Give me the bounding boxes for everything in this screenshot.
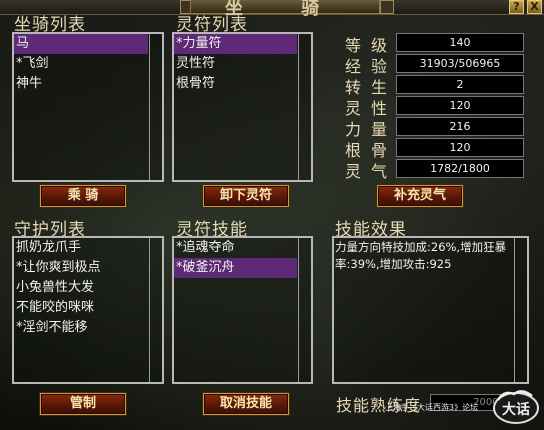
mount-item[interactable]: 神牛	[14, 74, 148, 94]
skill-effect-text: 力量方向特技加成:26%,增加狂暴率:39%,增加攻击:925	[335, 240, 507, 271]
stat-value-strength: 216	[396, 117, 524, 136]
unload-talisman-button[interactable]: 卸下灵符	[203, 185, 289, 207]
skill-effect-box: 力量方向特技加成:26%,增加狂暴率:39%,增加攻击:925	[332, 236, 529, 384]
mount-list-items: 马 *飞剑 神牛	[14, 34, 148, 180]
talisman-skill-item[interactable]: *追魂夺命	[174, 238, 297, 258]
guard-item[interactable]: 小兔兽性大发	[14, 278, 148, 298]
stat-value-constitution: 120	[396, 138, 524, 157]
talisman-item[interactable]: 根骨符	[174, 74, 297, 94]
forum-logo-icon: 大话	[493, 390, 539, 424]
help-button[interactable]: ?	[509, 0, 524, 14]
talisman-item[interactable]: 灵性符	[174, 54, 297, 74]
close-button[interactable]: X	[527, 0, 542, 14]
guard-list-items: 抓奶龙爪手 *让你爽到极点 小兔兽性大发 不能咬的咪咪 *淫剑不能移	[14, 238, 148, 382]
mount-item[interactable]: 马	[14, 34, 148, 54]
mount-list-scrollbar[interactable]	[149, 34, 162, 180]
talisman-list[interactable]: *力量符 灵性符 根骨符	[172, 32, 313, 182]
stat-value-rebirth: 2	[396, 75, 524, 94]
guard-item[interactable]: 抓奶龙爪手	[14, 238, 148, 258]
skill-effect-scrollbar[interactable]	[514, 238, 527, 382]
guard-item[interactable]: *淫剑不能移	[14, 318, 148, 338]
mount-item[interactable]: *飞剑	[14, 54, 148, 74]
ride-button[interactable]: 乘 骑	[40, 185, 126, 207]
talisman-list-items: *力量符 灵性符 根骨符	[174, 34, 297, 180]
talisman-skills-scrollbar[interactable]	[298, 238, 311, 382]
forum-watermark: 上海手《大话西游3》论坛	[385, 403, 479, 412]
guard-list[interactable]: 抓奶龙爪手 *让你爽到极点 小兔兽性大发 不能咬的咪咪 *淫剑不能移	[12, 236, 164, 384]
talisman-skills-items: *追魂夺命 *破釜沉舟	[174, 238, 297, 382]
guard-list-scrollbar[interactable]	[149, 238, 162, 382]
logo-text: 大话	[502, 401, 530, 418]
talisman-item[interactable]: *力量符	[174, 34, 297, 54]
mount-list[interactable]: 马 *飞剑 神牛	[12, 32, 164, 182]
control-button[interactable]: 管制	[40, 393, 126, 415]
stat-value-level: 140	[396, 33, 524, 52]
guard-item[interactable]: 不能咬的咪咪	[14, 298, 148, 318]
stat-value-exp: 31903/506965	[396, 54, 524, 73]
guard-item[interactable]: *让你爽到极点	[14, 258, 148, 278]
refill-spirit-button[interactable]: 补充灵气	[377, 185, 463, 207]
talisman-skills-list[interactable]: *追魂夺命 *破釜沉舟	[172, 236, 313, 384]
cancel-skill-button[interactable]: 取消技能	[203, 393, 289, 415]
talisman-list-scrollbar[interactable]	[298, 34, 311, 180]
stat-value-spirit-energy: 1782/1800	[396, 159, 524, 178]
stat-label-spirit-energy: 灵气	[345, 162, 398, 181]
mount-window: 坐 骑 ? X 坐骑列表 马 *飞剑 神牛 灵符列表 *力量符 灵性符 根骨符 …	[0, 0, 544, 430]
stat-value-spirituality: 120	[396, 96, 524, 115]
title-ornament-right-icon	[380, 0, 394, 14]
talisman-skill-item[interactable]: *破釜沉舟	[174, 258, 297, 278]
